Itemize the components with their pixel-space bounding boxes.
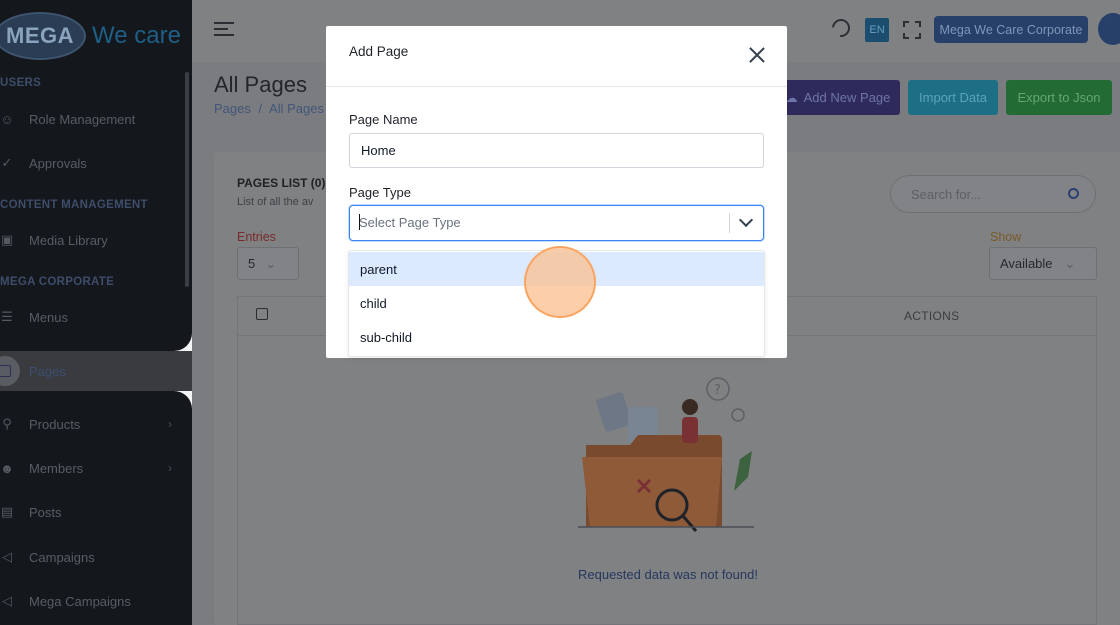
sidebar-item-label: Approvals	[29, 155, 87, 171]
add-new-page-button[interactable]: ☁ Add New Page	[776, 80, 900, 115]
show-select[interactable]: Available ⌄	[989, 247, 1097, 280]
page-name-label: Page Name	[349, 112, 418, 127]
breadcrumb-link-pages[interactable]: Pages	[214, 101, 251, 116]
entries-value: 5	[248, 256, 256, 271]
hamburger-icon[interactable]	[214, 22, 234, 36]
chevron-right-icon: ›	[168, 461, 172, 475]
sidebar-item-label: Role Management	[29, 111, 136, 127]
page-type-label: Page Type	[349, 185, 411, 200]
modal-title: Add Page	[349, 44, 409, 59]
breadcrumb: Pages / All Pages	[214, 101, 324, 116]
sidebar-item-label: Posts	[29, 504, 62, 520]
sidebar-item-label: Campaigns	[29, 549, 95, 565]
page-title: All Pages	[214, 72, 307, 97]
sidebar-section-users: USERS	[0, 77, 42, 89]
page-type-select[interactable]: Select Page Type	[349, 205, 764, 241]
page-name-input[interactable]: Home	[349, 133, 764, 168]
chevron-down-icon[interactable]	[738, 212, 754, 228]
users-icon: ☻	[0, 460, 14, 476]
sidebar-item-menus[interactable]: ☰ Menus	[0, 305, 180, 329]
page-type-placeholder: Select Page Type	[359, 215, 461, 230]
sidebar-item-members[interactable]: ☻ Members ›	[0, 456, 180, 480]
avatar[interactable]	[1098, 13, 1120, 45]
export-json-button[interactable]: Export to Json	[1006, 80, 1112, 115]
image-icon: ▣	[0, 232, 14, 247]
chevron-down-icon: ⌄	[1064, 255, 1076, 271]
sidebar-scrollbar[interactable]	[185, 72, 189, 287]
text-caret	[359, 214, 360, 230]
table-header-actions: ACTIONS	[904, 309, 960, 323]
sidebar-item-approvals[interactable]: ✓ Approvals	[0, 151, 180, 175]
chevron-right-icon: ›	[168, 417, 172, 431]
empty-state-message: Requested data was not found!	[578, 567, 758, 582]
sidebar-item-label: Mega Campaigns	[29, 593, 131, 609]
select-divider	[729, 213, 730, 233]
option-sub-child[interactable]: sub-child	[349, 320, 764, 354]
sidebar-item-campaigns[interactable]: ◁ Campaigns	[0, 545, 180, 569]
fullscreen-icon[interactable]	[903, 21, 921, 39]
brand-logo-text: MEGA	[6, 23, 74, 48]
user-icon: ☺	[0, 111, 14, 127]
add-new-page-label: Add New Page	[803, 90, 891, 105]
breadcrumb-current: All Pages	[269, 101, 324, 116]
entries-select[interactable]: 5 ⌄	[237, 247, 299, 280]
cart-icon: ⚲	[2, 416, 12, 431]
card-title: PAGES LIST (0)	[237, 176, 326, 190]
card-subtitle: List of all the av	[237, 196, 314, 208]
sidebar-item-role-management[interactable]: ☺ Role Management	[0, 107, 180, 131]
layout-icon	[0, 356, 20, 386]
language-switch[interactable]: EN	[865, 18, 889, 42]
cloud-icon: ☁	[785, 90, 798, 105]
show-label: Show	[990, 230, 1022, 244]
sidebar-item-media-library[interactable]: ▣ Media Library	[0, 228, 180, 252]
sidebar: MEGA We care USERS ☺ Role Management ✓ A…	[0, 0, 192, 625]
search-placeholder: Search for...	[911, 187, 982, 202]
megaphone-icon: ◁	[2, 593, 12, 608]
sidebar-item-products[interactable]: ⚲ Products ›	[0, 412, 180, 436]
check-icon: ✓	[1, 155, 13, 170]
sidebar-item-pages[interactable]: Pages	[0, 356, 170, 386]
sidebar-section-mega-corporate: MEGA CORPORATE	[0, 276, 115, 288]
sidebar-item-mega-campaigns[interactable]: ◁ Mega Campaigns	[0, 589, 180, 613]
sidebar-item-label: Media Library	[29, 232, 108, 248]
menu-icon: ☰	[1, 309, 13, 324]
chevron-down-icon: ⌄	[265, 255, 277, 271]
sidebar-item-posts[interactable]: ▤ Posts	[0, 500, 180, 524]
click-indicator	[524, 246, 596, 318]
svg-text:?: ?	[714, 383, 721, 398]
sidebar-item-label: Pages	[29, 363, 66, 379]
show-value: Available	[1000, 256, 1053, 271]
search-icon	[1068, 188, 1079, 199]
sidebar-item-label: Members	[29, 460, 84, 476]
import-data-button[interactable]: Import Data	[908, 80, 998, 115]
breadcrumb-separator: /	[258, 101, 263, 116]
search-input[interactable]: Search for...	[890, 175, 1096, 213]
brand-tagline: We care	[92, 22, 181, 49]
empty-state-illustration: ?	[578, 377, 754, 532]
account-button[interactable]: Mega We Care Corporate	[934, 16, 1088, 43]
entries-label: Entries	[237, 230, 276, 244]
sidebar-item-label: Products	[29, 416, 81, 432]
sidebar-item-label: Menus	[29, 309, 69, 325]
sidebar-section-content-management: CONTENT MANAGEMENT	[0, 199, 148, 211]
megaphone-icon: ◁	[2, 549, 12, 564]
select-all-checkbox[interactable]	[256, 308, 268, 320]
close-icon[interactable]	[749, 47, 765, 63]
newspaper-icon: ▤	[0, 504, 14, 519]
